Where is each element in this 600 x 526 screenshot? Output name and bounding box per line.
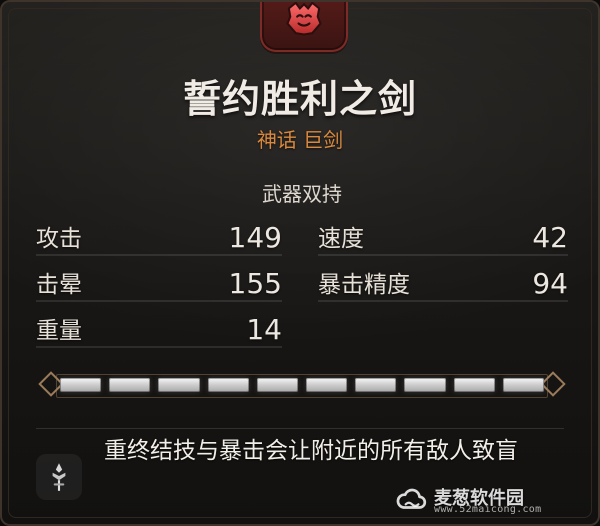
slot-segment xyxy=(306,378,348,392)
top-emblem xyxy=(260,2,348,52)
stat-label: 击晕 xyxy=(36,272,82,298)
slot-segment xyxy=(158,378,200,392)
stat-label: 暴击精度 xyxy=(318,272,410,298)
stat-attack: 攻击 149 xyxy=(36,220,282,256)
slot-segment xyxy=(453,378,495,392)
slot-segment xyxy=(109,378,151,392)
stat-crit-precision: 暴击精度 94 xyxy=(318,266,568,302)
cloud-logo-icon xyxy=(396,488,427,509)
stat-speed: 速度 42 xyxy=(318,220,568,256)
demon-head-icon xyxy=(286,2,322,36)
ability-description: 重终结技与暴击会让附近的所有敌人致盲 xyxy=(104,438,518,464)
watermark: 麦葱软件园 www.52maicong.com xyxy=(394,482,584,516)
stat-weight: 重量 14 xyxy=(36,312,282,348)
stat-label: 重量 xyxy=(36,318,82,344)
slot-bar xyxy=(38,371,566,402)
slot-segment xyxy=(502,378,545,392)
dual-wield-band: 武器双持 xyxy=(32,170,572,214)
item-subtitle: 神话 巨剑 xyxy=(256,128,344,152)
watermark-url: www.52maicong.com xyxy=(434,504,542,515)
stat-label: 速度 xyxy=(318,226,364,252)
ability-icon xyxy=(36,454,82,500)
slot-segment xyxy=(404,378,446,392)
stat-value: 149 xyxy=(228,221,282,254)
stat-value: 14 xyxy=(246,313,282,346)
sword-emblem-icon xyxy=(52,463,66,491)
slot-segment xyxy=(256,378,299,392)
slot-segment xyxy=(355,378,397,392)
stat-value: 155 xyxy=(228,267,282,300)
slot-segment xyxy=(207,378,249,392)
item-title: 誓约胜利之剑 xyxy=(182,77,417,121)
slot-segment xyxy=(60,378,102,392)
dual-wield-label: 武器双持 xyxy=(262,181,342,206)
stat-value: 94 xyxy=(532,267,568,300)
stats-panel: 攻击 149 速度 42 击晕 155 暴击精度 94 重量 14 xyxy=(36,220,568,370)
item-tooltip-panel: 誓约胜利之剑 神话 巨剑 武器双持 攻击 149 速度 42 击晕 155 暴击… xyxy=(0,0,600,526)
stat-label: 攻击 xyxy=(36,226,82,252)
stat-stagger: 击晕 155 xyxy=(36,266,282,302)
stat-value: 42 xyxy=(532,221,568,254)
ability-divider xyxy=(36,428,564,429)
slot-track xyxy=(60,376,545,394)
